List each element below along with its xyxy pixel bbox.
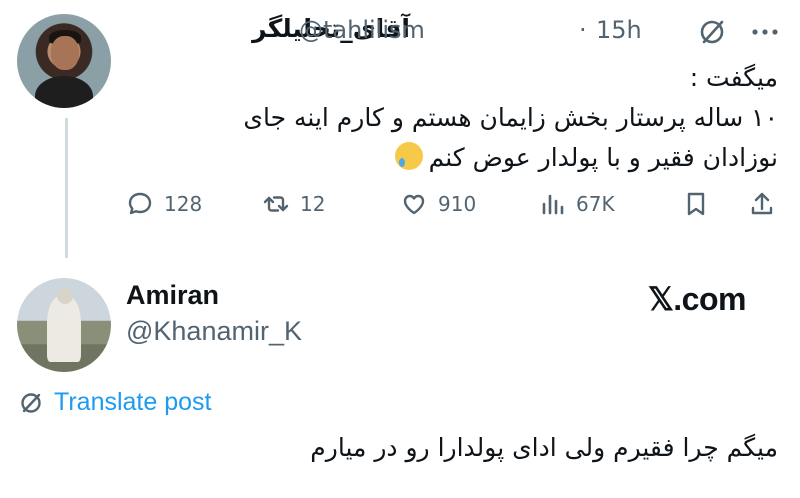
- more-icon[interactable]: [750, 22, 780, 42]
- tweet-line: میگفت :: [689, 63, 778, 92]
- views-button[interactable]: 67K: [538, 186, 615, 222]
- thread-line: [65, 118, 68, 258]
- like-icon: [403, 194, 425, 215]
- reply-user-handle[interactable]: @Khanamir_K: [126, 316, 302, 347]
- avatar-reply[interactable]: [17, 278, 111, 372]
- reply-display-name[interactable]: Amiran: [126, 280, 219, 311]
- views-icon: [542, 194, 564, 215]
- share-icon: [751, 192, 773, 215]
- like-count: 910: [438, 192, 477, 216]
- translate-label: Translate post: [54, 388, 212, 416]
- reply-count: 128: [164, 192, 203, 216]
- repost-button[interactable]: 12: [262, 186, 325, 222]
- bookmark-button[interactable]: [682, 186, 710, 222]
- reply-icon: [128, 192, 152, 215]
- avatar-figure-head: [57, 288, 73, 304]
- translate-post-link[interactable]: Translate post: [18, 388, 211, 417]
- reply-text: میگم چرا فقیرم ولی ادای پولدارا رو در می…: [310, 433, 778, 462]
- bookmark-icon: [687, 192, 705, 216]
- tweet-text: میگفت : ۱۰ ساله پرستار بخش زایمان هستم و…: [138, 58, 778, 178]
- views-count: 67K: [576, 192, 615, 216]
- reply-button[interactable]: 128: [126, 186, 202, 222]
- x-com-watermark: 𝕏.com: [648, 281, 746, 317]
- repost-icon: [263, 196, 289, 212]
- tweet-line-last: نوزادان فقیر و با پولدار عوض کنم: [138, 138, 778, 178]
- translate-icon: [21, 392, 41, 413]
- tweet-actions: 128 12 910 67K: [124, 186, 784, 222]
- tweet-line: ۱۰ ساله پرستار بخش زایمان هستم و کارم ای…: [243, 103, 778, 132]
- avatar-face: [51, 36, 79, 70]
- timestamp[interactable]: 15h: [596, 16, 642, 44]
- avatar-figure: [47, 296, 81, 362]
- grok-icon[interactable]: [697, 17, 727, 47]
- user-handle[interactable]: @tahlilism: [299, 16, 425, 44]
- avatar[interactable]: [17, 14, 111, 108]
- share-button[interactable]: [748, 186, 776, 222]
- crying-face-emoji-icon: [394, 142, 423, 170]
- separator-dot: ·: [579, 16, 587, 44]
- repost-count: 12: [300, 192, 326, 216]
- like-button[interactable]: 910: [400, 186, 476, 222]
- tweet-line-text: نوزادان فقیر و با پولدار عوض کنم: [428, 143, 778, 172]
- avatar-shirt: [35, 76, 93, 108]
- tweet-header: آقای_تحلیلگر @tahlilism · 15h: [124, 14, 784, 48]
